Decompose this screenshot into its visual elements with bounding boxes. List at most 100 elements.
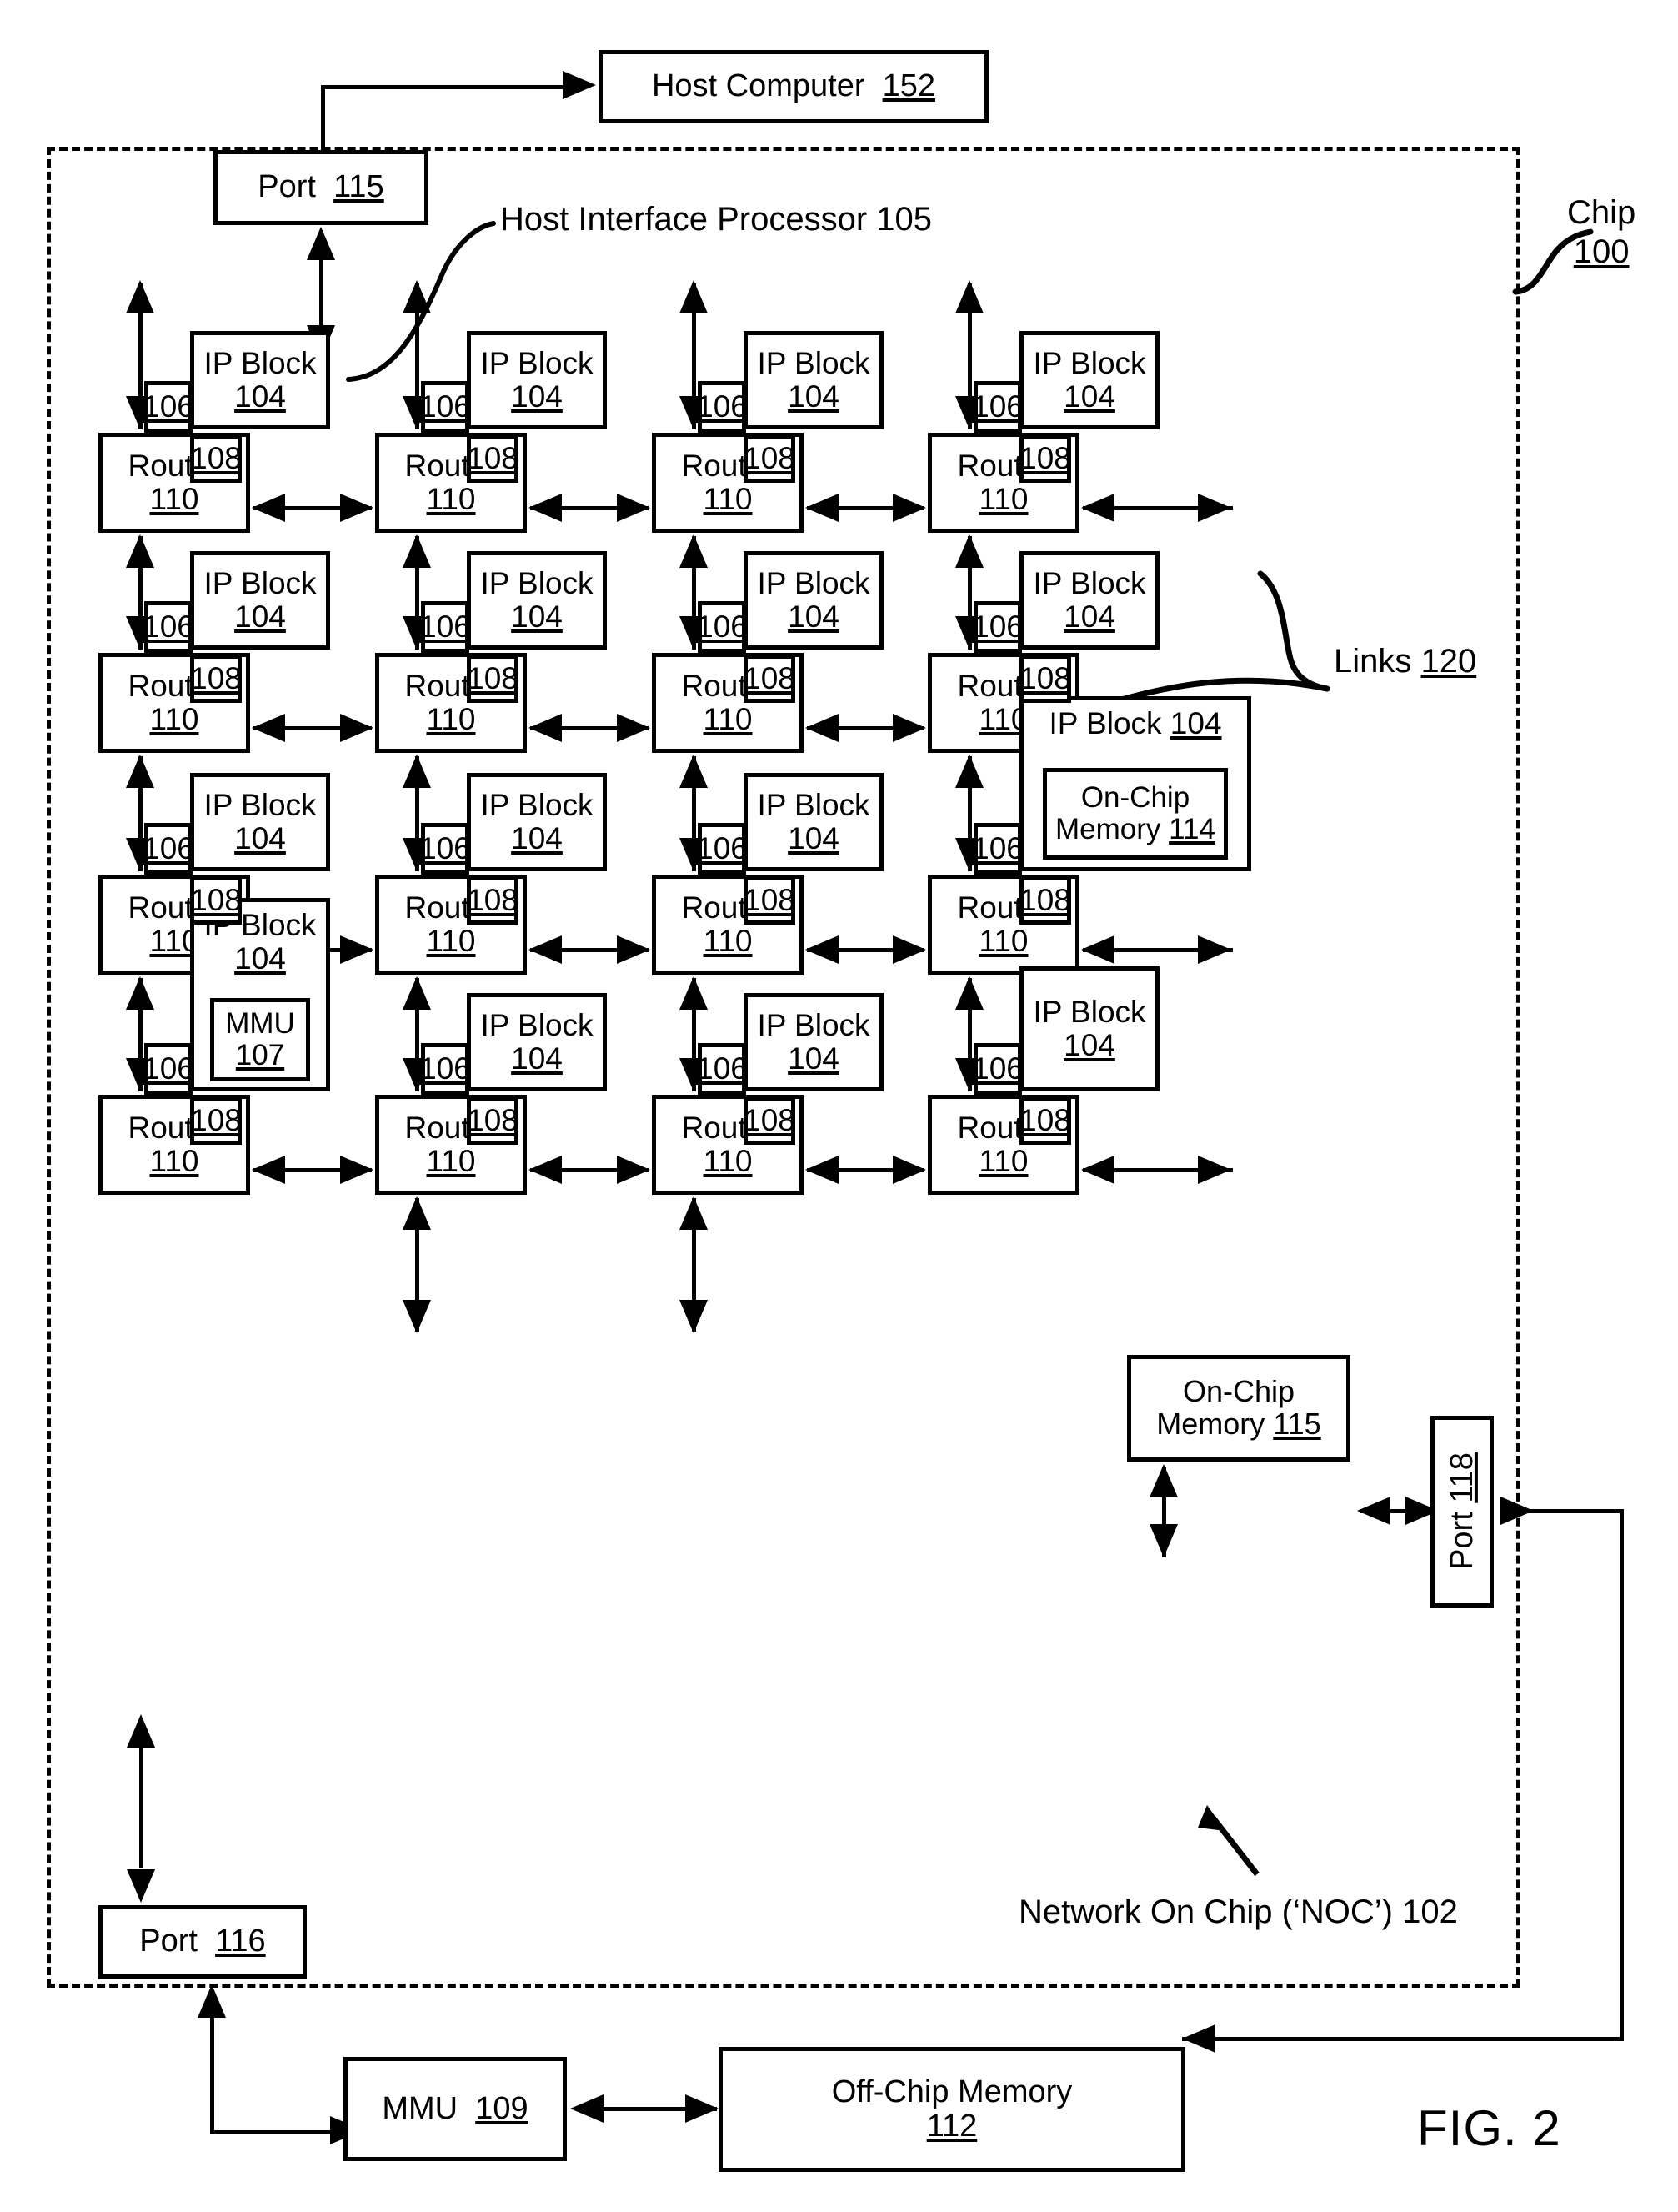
link-h-arrow-left-r3-c2 bbox=[528, 935, 562, 964]
ip-block-ref: 104 bbox=[234, 599, 286, 634]
tag-106-r4c2: 106 bbox=[419, 1043, 471, 1095]
host-link-arrowhead bbox=[563, 71, 596, 99]
ip-block-r4c4[interactable]: IP Block 104 bbox=[1019, 966, 1160, 1091]
tag-106-ref: 106 bbox=[419, 609, 471, 644]
port118-offchip-v bbox=[1620, 1509, 1624, 2041]
router-ref: 110 bbox=[426, 924, 476, 958]
ip-block-label: IP Block bbox=[480, 346, 594, 381]
tag-106-ref: 106 bbox=[696, 389, 748, 424]
router-ref: 110 bbox=[426, 1144, 476, 1178]
link-v-arrow-up-c3-r3 bbox=[679, 976, 708, 1010]
ip-block-ref: 104 bbox=[234, 821, 286, 855]
host-link-horizontal bbox=[321, 85, 563, 89]
ip-block-label: IP Block bbox=[480, 566, 594, 601]
off-chip-memory-box[interactable]: Off-Chip Memory 112 bbox=[719, 2047, 1185, 2172]
ip-block-r2c1[interactable]: IP Block 104 bbox=[190, 551, 330, 650]
tag-106-r4c4: 106 bbox=[972, 1043, 1024, 1095]
router-ref: 110 bbox=[979, 1144, 1029, 1178]
on-chip-memory-114-box[interactable]: On-Chip Memory 114 bbox=[1043, 768, 1228, 860]
tag-108-r4c3: 108 bbox=[744, 1096, 795, 1145]
tag-108-ref: 108 bbox=[190, 441, 242, 475]
router-ref: 110 bbox=[703, 1144, 753, 1178]
ip-block-label: IP Block bbox=[203, 346, 317, 381]
router-ref: 110 bbox=[426, 482, 476, 516]
ip-block-label: IP Block bbox=[1033, 346, 1146, 381]
link-v-top-stub-arrow-up-c1 bbox=[126, 280, 154, 313]
link-v-arrow-up-c4-r1 bbox=[955, 534, 984, 568]
ip-block-r2c4[interactable]: IP Block 104 bbox=[1019, 551, 1160, 650]
port116-inbound-arrowhead bbox=[198, 1984, 226, 2018]
link-h-arrow-left-r4-c2 bbox=[528, 1156, 562, 1184]
ip-block-ref: 104 bbox=[1170, 706, 1222, 740]
figure-canvas: Host Computer 152 Port 115 Host Interfac… bbox=[0, 0, 1678, 2212]
ip-block-ref: 104 bbox=[1064, 379, 1115, 414]
tag-106-ref: 106 bbox=[419, 1051, 471, 1086]
tag-108-r1c2: 108 bbox=[467, 434, 518, 483]
port-115-box[interactable]: Port 115 bbox=[213, 150, 428, 225]
link-v-top-stub-arrow-up-c3 bbox=[679, 280, 708, 313]
ip-block-label: IP Block bbox=[203, 788, 317, 823]
on-chip-memory-115-box[interactable]: On-Chip Memory 115 bbox=[1127, 1355, 1350, 1462]
link-h-stub-arrow-left-r1 bbox=[1081, 494, 1114, 522]
link-h-stub-arrow-right-r3 bbox=[1198, 935, 1231, 964]
tag-108-ref: 108 bbox=[744, 1103, 795, 1137]
link-v-top-stub-arrow-up-c2 bbox=[403, 280, 431, 313]
link-v-arrow-up-c2-r1 bbox=[403, 534, 431, 568]
link-v-arrow-up-c4-r3 bbox=[955, 976, 984, 1010]
ip-block-r1c2[interactable]: IP Block 104 bbox=[467, 331, 607, 429]
port-115-ref: 115 bbox=[333, 169, 384, 205]
mmu-107-box[interactable]: MMU 107 bbox=[210, 998, 310, 1081]
ip-block-ref: 104 bbox=[234, 379, 286, 414]
ip-block-ref: 104 bbox=[788, 821, 839, 855]
ip-block-r4c2[interactable]: IP Block 104 bbox=[467, 993, 607, 1091]
ip-block-r4c3[interactable]: IP Block 104 bbox=[744, 993, 884, 1091]
mmu-109-box[interactable]: MMU 109 bbox=[343, 2057, 567, 2161]
ip-block-ref: 104 bbox=[1064, 1028, 1115, 1062]
on-chip-memory-114-line1: On-Chip bbox=[1080, 781, 1190, 815]
port115-ipblock-arrow-up bbox=[307, 227, 335, 260]
ip-block-r3c3[interactable]: IP Block 104 bbox=[744, 773, 884, 871]
ip-block-r2c3[interactable]: IP Block 104 bbox=[744, 551, 884, 650]
host-computer-box[interactable]: Host Computer 152 bbox=[599, 50, 989, 123]
tag-106-r3c4: 106 bbox=[972, 823, 1024, 875]
ip-block-r1c3[interactable]: IP Block 104 bbox=[744, 331, 884, 429]
ip-block-label: IP Block bbox=[480, 788, 594, 823]
link-v-top-stub-arrow-up-c4 bbox=[955, 280, 984, 313]
link-h-arrow-right-r2-c3 bbox=[893, 714, 926, 742]
tag-106-r1c2: 106 bbox=[419, 381, 471, 433]
link-h-arrow-left-r1-c2 bbox=[528, 494, 562, 522]
link-h-arrow-right-r2-c2 bbox=[617, 714, 650, 742]
ip-block-r3c1[interactable]: IP Block 104 bbox=[190, 773, 330, 871]
link-v-arrow-up-c1-r3 bbox=[126, 976, 154, 1010]
ip-block-r1c1[interactable]: IP Block 104 bbox=[190, 331, 330, 429]
ip-block-label: IP Block bbox=[1033, 566, 1146, 601]
link-h-arrow-right-r4-c3 bbox=[893, 1156, 926, 1184]
link-h-stub-arrow-left-r4 bbox=[1081, 1156, 1114, 1184]
port118-inbound-arrowhead bbox=[1500, 1497, 1534, 1525]
router-port116-arrow-down bbox=[127, 1869, 155, 1903]
mmu109-offchip-arrow-left bbox=[570, 2094, 604, 2123]
link-v-bottom-stub-arrow-up-c3 bbox=[679, 1196, 708, 1230]
tag-106-ref: 106 bbox=[143, 1051, 194, 1086]
tag-106-ref: 106 bbox=[143, 831, 194, 865]
noc-callout: Network On Chip (‘NOC’) 102 bbox=[1019, 1893, 1458, 1930]
router-ref: 110 bbox=[979, 924, 1029, 958]
offchip-inbound-arrowhead-right bbox=[1182, 2024, 1215, 2053]
ip-block-r3c2[interactable]: IP Block 104 bbox=[467, 773, 607, 871]
router-ref: 110 bbox=[703, 702, 753, 736]
ip-block-r2c2[interactable]: IP Block 104 bbox=[467, 551, 607, 650]
tag-106-r4c1: 106 bbox=[143, 1043, 194, 1095]
link-h-arrow-right-r4-c2 bbox=[617, 1156, 650, 1184]
tag-108-r3c1: 108 bbox=[190, 876, 242, 925]
ocm115-arrow-down bbox=[1150, 1524, 1178, 1557]
tag-108-ref: 108 bbox=[190, 661, 242, 695]
port-118-box[interactable]: Port 118 bbox=[1430, 1416, 1494, 1608]
tag-106-ref: 106 bbox=[143, 389, 194, 424]
ip-block-ref: 104 bbox=[511, 1041, 563, 1076]
ip-block-r1c4[interactable]: IP Block 104 bbox=[1019, 331, 1160, 429]
tag-106-r2c3: 106 bbox=[696, 601, 748, 653]
port-116-box[interactable]: Port 116 bbox=[98, 1905, 307, 1979]
link-h-arrow-right-r2-c1 bbox=[340, 714, 373, 742]
link-h-arrow-right-r3-c3 bbox=[893, 935, 926, 964]
link-v-bottom-stub-arrow-up-c2 bbox=[403, 1196, 431, 1230]
